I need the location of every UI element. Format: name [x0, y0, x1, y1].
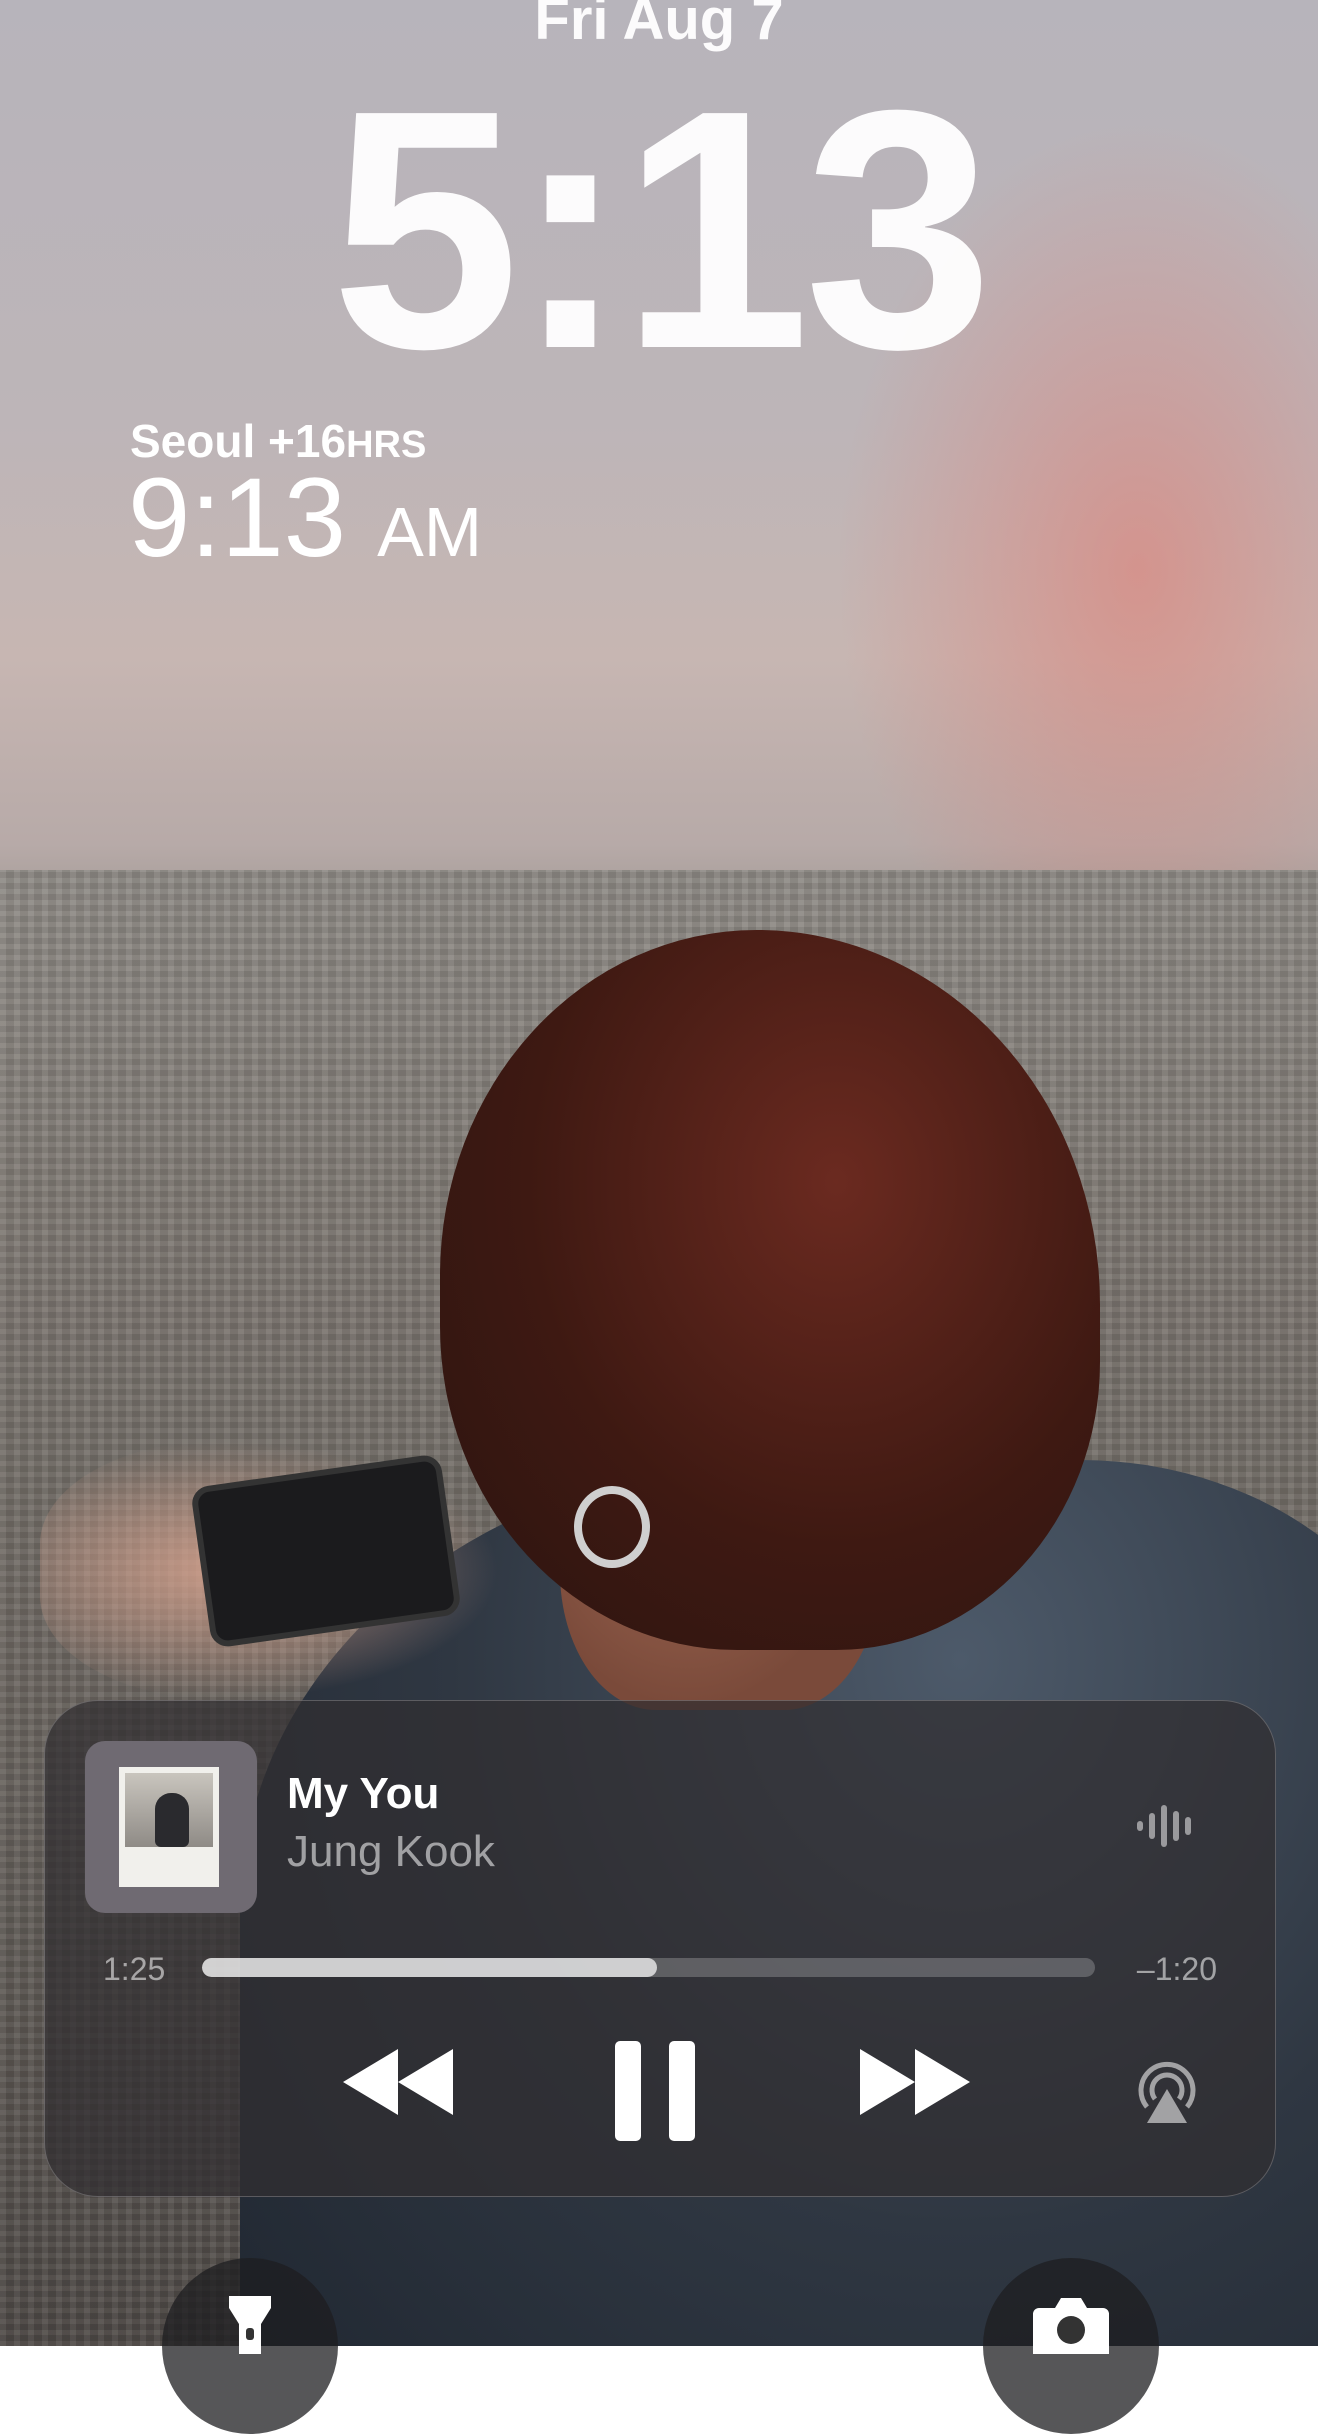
- album-art-cover: [119, 1767, 219, 1887]
- flashlight-button[interactable]: [162, 2258, 338, 2434]
- playback-scrubber[interactable]: [202, 1958, 1095, 1977]
- flashlight-icon: [229, 2296, 271, 2354]
- waveform-icon: [1137, 1805, 1191, 1847]
- pause-icon[interactable]: [615, 2041, 695, 2141]
- lockscreen-clock: 5:13: [330, 40, 994, 420]
- elapsed-time: 1:25: [103, 1951, 166, 1987]
- remaining-time: –1:20: [1136, 1951, 1217, 1987]
- world-clock-time[interactable]: 9:13 AM: [128, 462, 482, 574]
- rewind-icon[interactable]: [343, 2049, 453, 2115]
- camera-button[interactable]: [983, 2258, 1159, 2434]
- album-art-photo: [125, 1773, 213, 1847]
- wallpaper-earring: [574, 1486, 650, 1568]
- album-art-figure: [155, 1793, 189, 1847]
- camera-icon: [1033, 2298, 1109, 2354]
- playback-progress: [202, 1958, 658, 1977]
- track-title[interactable]: My You: [287, 1769, 439, 1819]
- track-artist[interactable]: Jung Kook: [287, 1827, 495, 1877]
- fast-forward-icon[interactable]: [860, 2049, 970, 2115]
- world-clock-time-value: 9:13: [128, 455, 346, 580]
- airplay-icon[interactable]: [1133, 2059, 1201, 2125]
- album-art[interactable]: [85, 1741, 257, 1913]
- now-playing-widget[interactable]: My You Jung Kook 1:25 –1:20: [44, 1700, 1276, 2197]
- world-clock-ampm: AM: [377, 493, 483, 571]
